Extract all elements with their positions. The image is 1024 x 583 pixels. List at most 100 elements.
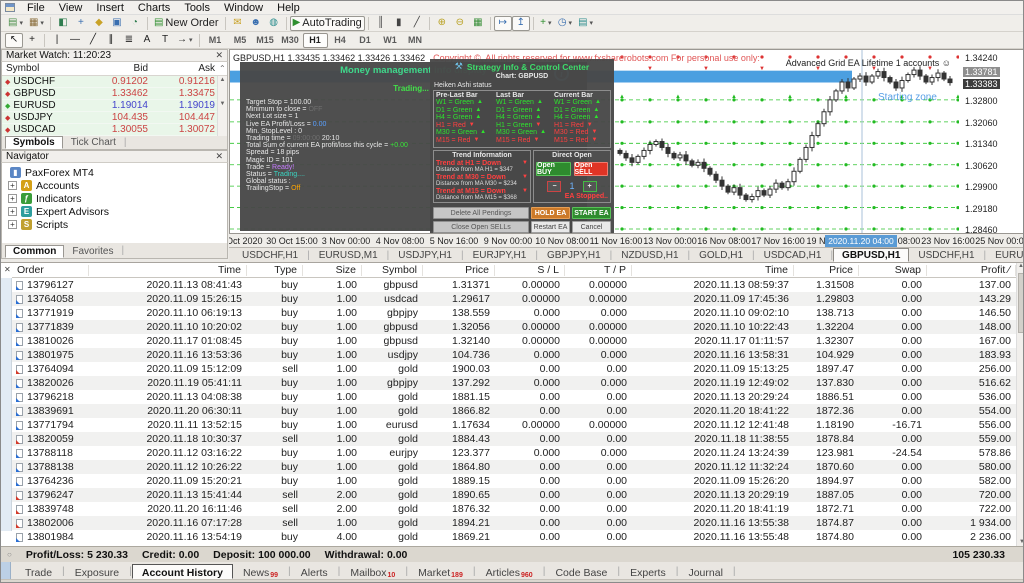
bar-chart-button[interactable]: ║ (372, 16, 390, 31)
market-watch-row[interactable]: ◆EURUSD1.190141.19019 (2, 100, 227, 112)
market-watch-toggle[interactable]: ◧ (54, 16, 72, 31)
timeframe-m15[interactable]: M15 (253, 33, 278, 48)
fibonacci-tool[interactable]: ≣ (120, 33, 138, 48)
chart-tab-usdchf-h1[interactable]: USDCHF,H1 (909, 248, 983, 262)
table-row[interactable]: 137962472020.11.13 15:41:44sell2.00gold1… (12, 488, 1016, 502)
autotrading-toggle[interactable]: ▶AutoTrading (290, 16, 365, 31)
date-axis[interactable]: 29 Oct 202030 Oct 15:003 Nov 00:004 Nov … (229, 233, 1024, 247)
history-col-profit[interactable]: Profit ∕ (927, 265, 1016, 276)
table-row[interactable]: 137719192020.11.10 06:19:13buy1.00gbpjpy… (12, 306, 1016, 320)
tab-tick-chart[interactable]: Tick Chart (63, 136, 124, 149)
table-row[interactable]: 138019842020.11.16 13:54:19buy4.00gold18… (12, 530, 1016, 544)
line-chart-button[interactable]: ╱ (408, 16, 426, 31)
tab-account-history[interactable]: Account History (132, 564, 233, 579)
history-col-swap[interactable]: Swap (859, 265, 927, 276)
crosshair-tool[interactable]: + (23, 33, 41, 48)
tile-windows-button[interactable]: ▦ (469, 16, 487, 31)
table-row[interactable]: 138396912020.11.20 06:30:11buy1.00gold18… (12, 404, 1016, 418)
timeframe-h4[interactable]: H4 (328, 33, 353, 48)
history-table-header[interactable]: OrderTimeTypeSizeSymbolPriceS / LT / PTi… (12, 263, 1016, 278)
menu-item-tools[interactable]: Tools (177, 2, 217, 14)
tab-mailbox[interactable]: Mailbox10 (340, 564, 405, 579)
timeframe-h1[interactable]: H1 (303, 33, 328, 48)
tab-journal[interactable]: Journal (678, 564, 732, 579)
expand-icon[interactable]: + (8, 194, 17, 203)
channel-tool[interactable]: ∥ (102, 33, 120, 48)
scroll-up-icon[interactable]: ⌃ (219, 64, 228, 73)
chart-tab-eurjpy-h1[interactable]: EURJPY,H1 (464, 248, 536, 262)
sidebar-item-expert-advisors[interactable]: +EExpert Advisors (2, 205, 227, 218)
cursor-tool[interactable]: ↖ (5, 33, 23, 48)
price-axis[interactable]: 1.342401.337811.333831.328001.320601.313… (959, 49, 1024, 233)
history-col-tp[interactable]: T / P (565, 265, 632, 276)
metaeditor-button[interactable]: ✉ (229, 16, 247, 31)
chart-tab-eurusd-m1[interactable]: EURUSD,M1 (310, 248, 387, 262)
restart-ea-button[interactable]: Restart EA (531, 221, 570, 233)
data-window-toggle[interactable]: + (72, 16, 90, 31)
tab-news[interactable]: News99 (233, 564, 288, 579)
timeframe-mn[interactable]: MN (403, 33, 428, 48)
tab-symbols[interactable]: Symbols (5, 136, 63, 149)
tab-alerts[interactable]: Alerts (291, 564, 338, 579)
table-row[interactable]: 138100262020.11.17 01:08:45buy1.00gbpusd… (12, 334, 1016, 348)
candlestick-button[interactable]: ▮ (390, 16, 408, 31)
history-scrollbar[interactable]: ▲ ▼ (1016, 263, 1024, 546)
history-col-price[interactable]: Price (794, 265, 859, 276)
market-watch-row[interactable]: ◆USDCHF0.912020.91216 (2, 76, 227, 88)
tab-experts[interactable]: Experts (620, 564, 676, 579)
table-row[interactable]: 137640942020.11.09 15:12:09sell1.00gold1… (12, 362, 1016, 376)
table-row[interactable]: 138019752020.11.16 13:53:36buy1.00usdjpy… (12, 348, 1016, 362)
navigator-root[interactable]: ▮PaxForex MT4 (2, 166, 227, 179)
menu-item-charts[interactable]: Charts (131, 2, 177, 14)
close-icon[interactable]: ✕ (215, 151, 223, 162)
close-open-sells-button[interactable]: Close Open SELLs (433, 221, 529, 233)
menu-item-help[interactable]: Help (270, 2, 307, 14)
chart-tab-nzdusd-h1[interactable]: NZDUSD,H1 (612, 248, 687, 262)
timeframe-w1[interactable]: W1 (378, 33, 403, 48)
terminal-toggle[interactable]: ▣ (108, 16, 126, 31)
shapes-dropdown[interactable]: →▾ (174, 33, 196, 48)
chart-shift-toggle[interactable]: ↥ (512, 16, 530, 31)
history-col-sl[interactable]: S / L (495, 265, 565, 276)
vertical-line-tool[interactable]: | (48, 33, 66, 48)
scrollbar-thumb[interactable] (1018, 273, 1024, 333)
table-row[interactable]: 138397482020.11.20 16:11:46sell2.00gold1… (12, 502, 1016, 516)
tab-code-base[interactable]: Code Base (545, 564, 617, 579)
timeframe-m1[interactable]: M1 (203, 33, 228, 48)
menu-item-file[interactable]: File (20, 2, 52, 14)
tab-articles[interactable]: Articles960 (476, 564, 543, 579)
label-tool[interactable]: T (156, 33, 174, 48)
periods-button[interactable]: ◷▾ (555, 16, 575, 31)
timeframe-m5[interactable]: M5 (228, 33, 253, 48)
start-ea-button[interactable]: START EA (572, 207, 611, 219)
sidebar-item-indicators[interactable]: +ƒIndicators (2, 192, 227, 205)
templates-button[interactable]: ▤▾ (575, 16, 596, 31)
cancel-button[interactable]: Cancel (572, 221, 611, 233)
community-button[interactable]: ◍ (265, 16, 283, 31)
chart-tab-gold-h1[interactable]: GOLD,H1 (690, 248, 752, 262)
table-row[interactable]: 137881382020.11.12 10:26:22buy1.00gold18… (12, 460, 1016, 474)
history-col-time[interactable]: Time (632, 265, 794, 276)
chart-tab-gbpusd-h1[interactable]: GBPUSD,H1 (833, 248, 909, 262)
timeframe-d1[interactable]: D1 (353, 33, 378, 48)
profiles-button[interactable]: ▦▾ (26, 16, 47, 31)
table-row[interactable]: 138020062020.11.16 07:17:28sell1.00gold1… (12, 516, 1016, 530)
table-row[interactable]: 137881182020.11.12 03:16:22buy1.00eurjpy… (12, 446, 1016, 460)
menu-item-window[interactable]: Window (217, 2, 270, 14)
menu-item-insert[interactable]: Insert (89, 2, 131, 14)
tab-trade[interactable]: Trade (15, 564, 62, 579)
table-row[interactable]: 138200592020.11.18 10:30:37sell1.00gold1… (12, 432, 1016, 446)
tab-exposure[interactable]: Exposure (65, 564, 129, 579)
tab-common[interactable]: Common (5, 245, 64, 258)
chart-tab-usdchf-h1[interactable]: USDCHF,H1 (233, 248, 307, 262)
table-row[interactable]: 137962182020.11.13 04:08:38buy1.00gold18… (12, 390, 1016, 404)
history-col-order[interactable]: Order (12, 265, 89, 276)
expand-icon[interactable]: + (8, 181, 17, 190)
delete-all-pendings-button[interactable]: Delete All Pendings (433, 207, 529, 219)
market-watch-row[interactable]: ◆GBPUSD1.334621.33475 (2, 88, 227, 100)
history-col-symbol[interactable]: Symbol (362, 265, 423, 276)
experts-button[interactable]: ☻ (247, 16, 265, 31)
table-row[interactable]: 137961272020.11.13 08:41:43buy1.00gbpusd… (12, 278, 1016, 292)
zoom-out-button[interactable]: ⊖ (451, 16, 469, 31)
expand-icon[interactable]: + (8, 207, 17, 216)
